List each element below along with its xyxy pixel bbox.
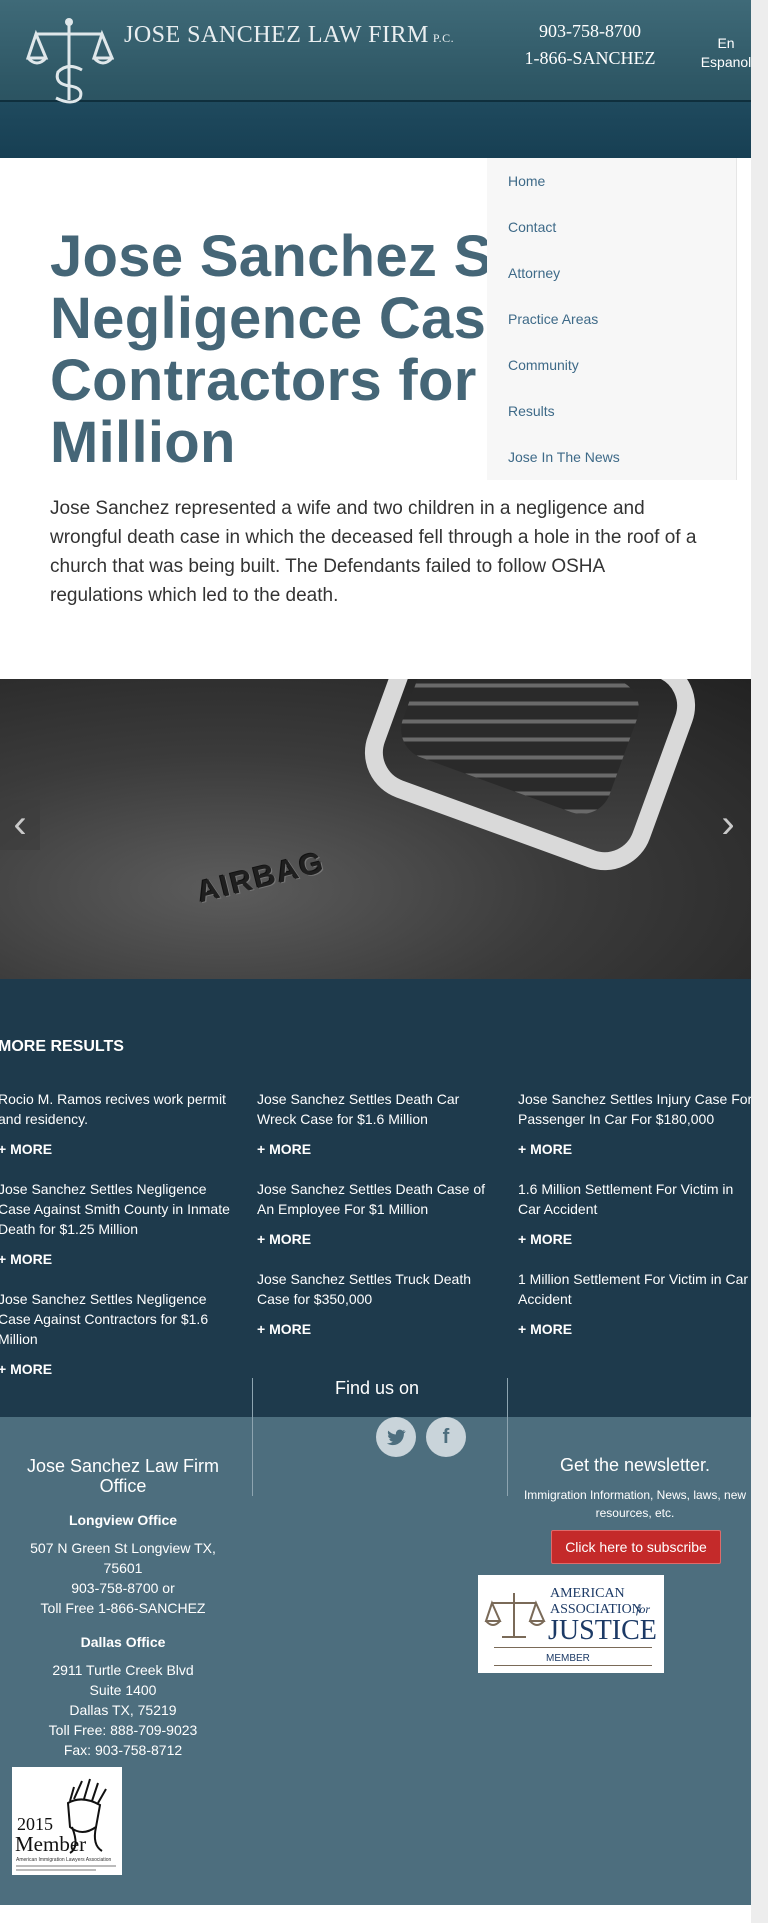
aaj-member: MEMBER [546, 1653, 590, 1664]
page-title: Jose Sanchez Settles Negligence Case Aga… [50, 224, 487, 475]
article-intro: Jose Sanchez represented a wife and two … [50, 498, 697, 606]
result-title[interactable]: Jose Sanchez Settles Death Case of An Em… [257, 1179, 497, 1219]
result-item: Jose Sanchez Settles Negligence Case Aga… [0, 1179, 238, 1269]
header-phones: 903-758-8700 1-866-SANCHEZ [510, 18, 670, 72]
result-more-link[interactable]: + MORE [518, 1319, 751, 1339]
longview-address: 507 N Green St Longview TX, 75601 [30, 1540, 216, 1576]
main-nav-dropdown: Home Contact Attorney Practice Areas Com… [487, 158, 737, 480]
phone-local[interactable]: 903-758-8700 [510, 18, 670, 45]
newsletter-block: Get the newsletter. Immigration Informat… [520, 1455, 750, 1522]
scales-of-justice-logo-icon[interactable] [24, 14, 114, 106]
result-more-link[interactable]: + MORE [0, 1359, 238, 1379]
aaj-for: for [636, 1602, 650, 1616]
language-switch-link[interactable]: En Espanol [696, 34, 751, 72]
nav-item-jose-in-the-news[interactable]: Jose In The News [487, 434, 736, 480]
newsletter-subtext: Immigration Information, News, laws, new… [523, 1488, 747, 1520]
dallas-tollfree[interactable]: Toll Free: 888-709-9023 [49, 1722, 198, 1738]
nav-item-contact[interactable]: Contact [487, 204, 736, 250]
title-clip: Jose Sanchez Settles Negligence Case Aga… [0, 158, 487, 480]
site-header: JOSE SANCHEZ LAW FIRM P.C. 903-758-8700 1… [0, 0, 751, 158]
facebook-icon[interactable]: f [426, 1417, 466, 1457]
find-us-label: Find us on [334, 1378, 420, 1398]
result-item: Rocio M. Ramos recives work permit and r… [0, 1089, 238, 1159]
dallas-line-1: 2911 Turtle Creek Blvd [52, 1662, 194, 1678]
aila-member-badge: 2015 Member American Immigration Lawyers… [12, 1767, 122, 1875]
result-title[interactable]: Jose Sanchez Settles Death Car Wreck Cas… [257, 1089, 497, 1129]
result-more-link[interactable]: + MORE [257, 1319, 497, 1339]
chevron-left-icon: ‹ [13, 802, 27, 846]
language-line-2: Espanol [700, 54, 751, 70]
more-results-heading: MORE RESULTS [0, 1038, 124, 1055]
slider-prev-button[interactable]: ‹ [0, 800, 40, 850]
subscribe-button[interactable]: Click here to subscribe [551, 1530, 721, 1564]
result-title[interactable]: Jose Sanchez Settles Injury Case For Pas… [518, 1089, 751, 1129]
page-scrollbar[interactable] [751, 0, 768, 1923]
result-more-link[interactable]: + MORE [0, 1139, 238, 1159]
result-item: 1.6 Million Settlement For Victim in Car… [518, 1179, 751, 1249]
hero-slider-image: AIRBAG [0, 679, 751, 979]
dallas-heading: Dallas Office [80, 1634, 166, 1650]
member-year: 2015 [17, 1814, 53, 1834]
result-item: Jose Sanchez Settles Death Car Wreck Cas… [257, 1089, 497, 1159]
result-item: Jose Sanchez Settles Death Case of An Em… [257, 1179, 497, 1249]
result-more-link[interactable]: + MORE [257, 1139, 497, 1159]
language-line-1: En [717, 35, 735, 51]
nav-item-results[interactable]: Results [487, 388, 736, 434]
result-item: Jose Sanchez Settles Negligence Case Aga… [0, 1289, 238, 1379]
longview-phone[interactable]: 903-758-8700 or [71, 1580, 175, 1596]
nav-item-practice-areas[interactable]: Practice Areas [487, 296, 736, 342]
result-more-link[interactable]: + MORE [0, 1249, 238, 1269]
result-title[interactable]: Jose Sanchez Settles Negligence Case Aga… [0, 1179, 238, 1239]
result-item: Jose Sanchez Settles Injury Case For Pas… [518, 1089, 751, 1159]
office-info: Jose Sanchez Law Firm Office Longview Of… [16, 1456, 230, 1760]
result-more-link[interactable]: + MORE [257, 1229, 497, 1249]
newsletter-heading: Get the newsletter. [559, 1455, 711, 1475]
footer-bottom-strip [0, 1905, 751, 1923]
phone-tollfree[interactable]: 1-866-SANCHEZ [510, 45, 670, 72]
result-title[interactable]: 1 Million Settlement For Victim in Car A… [518, 1269, 751, 1309]
dallas-address-block: 2911 Turtle Creek Blvd Suite 1400 Dallas… [16, 1660, 230, 1760]
dallas-line-3: Dallas TX, 75219 [69, 1702, 177, 1718]
brand-suffix: P.C. [432, 31, 455, 45]
result-title[interactable]: Rocio M. Ramos recives work permit and r… [0, 1089, 238, 1129]
result-title[interactable]: Jose Sanchez Settles Negligence Case Aga… [0, 1289, 238, 1349]
airbag-label-graphic: AIRBAG [193, 845, 329, 910]
page: JOSE SANCHEZ LAW FIRM P.C. 903-758-8700 1… [0, 0, 751, 1923]
footer-firm-name: Jose Sanchez Law Firm Office [26, 1456, 220, 1496]
member-org: American Immigration Lawyers Association [16, 1857, 112, 1863]
aaj-line-3: JUSTICE [548, 1615, 657, 1646]
nav-item-community[interactable]: Community [487, 342, 736, 388]
footer-divider-right [507, 1378, 508, 1496]
aaj-member-badge[interactable]: AMERICAN ASSOCIATION for JUSTICE MEMBER [478, 1575, 664, 1673]
aaj-line-1: AMERICAN [550, 1586, 625, 1601]
more-results-section: MORE RESULTS Rocio M. Ramos recives work… [0, 979, 751, 1417]
longview-tollfree[interactable]: Toll Free 1-866-SANCHEZ [41, 1600, 206, 1616]
chevron-right-icon: › [721, 802, 735, 846]
longview-heading: Longview Office [68, 1512, 178, 1528]
result-title[interactable]: Jose Sanchez Settles Truck Death Case fo… [257, 1269, 497, 1309]
dallas-line-2: Suite 1400 [89, 1682, 157, 1698]
nav-item-attorney[interactable]: Attorney [487, 250, 736, 296]
result-title[interactable]: 1.6 Million Settlement For Victim in Car… [518, 1179, 751, 1219]
result-item: 1 Million Settlement For Victim in Car A… [518, 1269, 751, 1339]
result-more-link[interactable]: + MORE [518, 1229, 751, 1249]
longview-address-block: 507 N Green St Longview TX, 75601 903-75… [16, 1538, 230, 1618]
dallas-fax: Fax: 903-758-8712 [63, 1742, 183, 1758]
twitter-icon[interactable] [376, 1417, 416, 1457]
result-item: Jose Sanchez Settles Truck Death Case fo… [257, 1269, 497, 1339]
member-label: Member [15, 1832, 86, 1856]
site-title[interactable]: JOSE SANCHEZ LAW FIRM P.C. [124, 22, 454, 49]
brand-name: JOSE SANCHEZ LAW FIRM [124, 22, 429, 48]
header-band [0, 100, 751, 158]
nav-item-home[interactable]: Home [487, 158, 736, 204]
slider-next-button[interactable]: › [708, 800, 748, 850]
result-more-link[interactable]: + MORE [518, 1139, 751, 1159]
